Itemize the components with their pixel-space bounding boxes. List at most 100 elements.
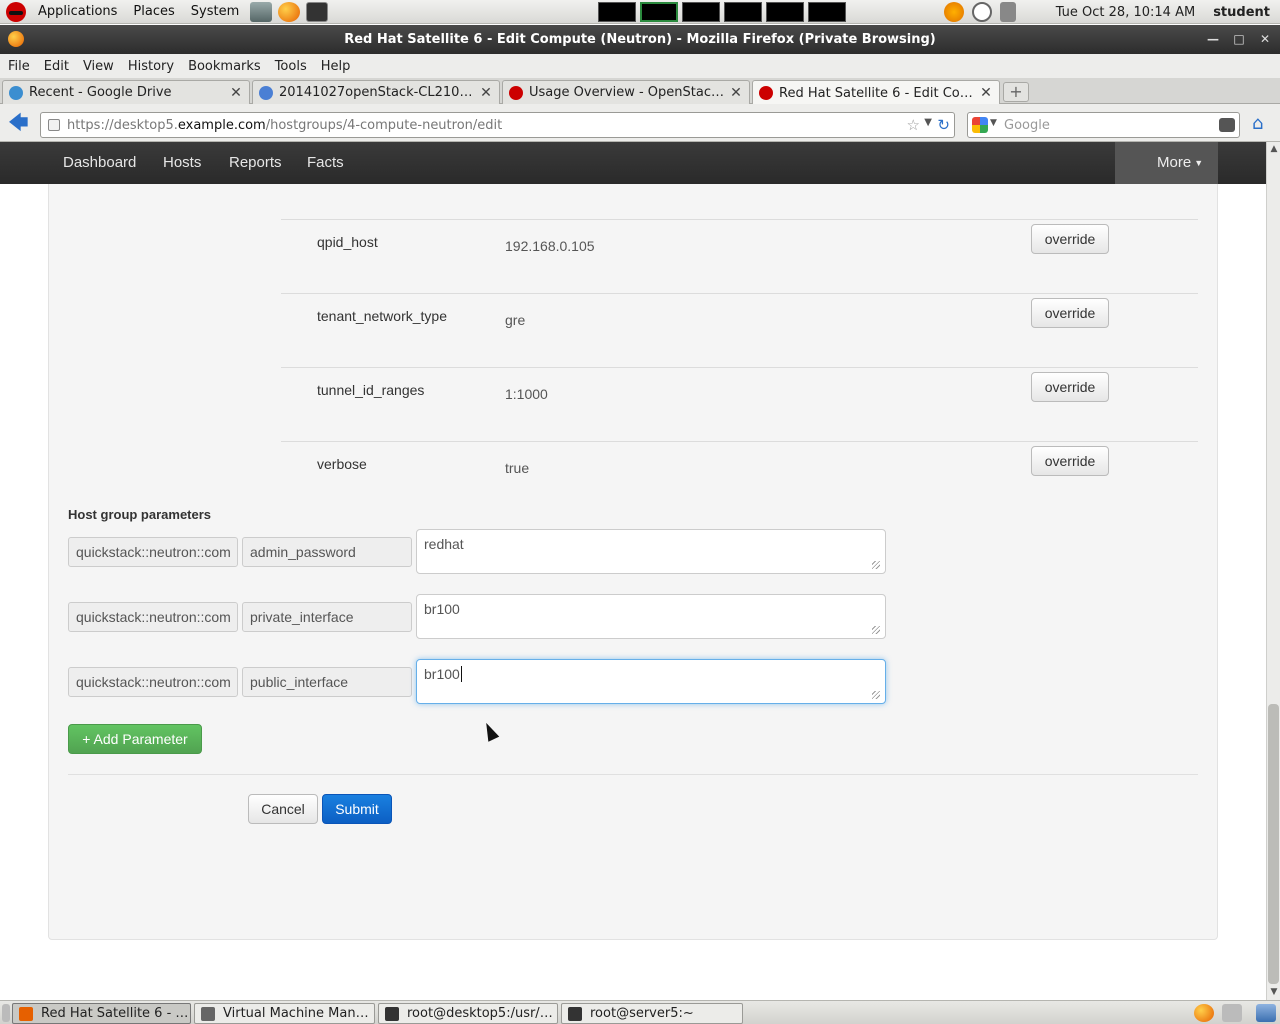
tab-google-drive[interactable]: Recent - Google Drive ✕ (2, 80, 250, 104)
menu-bookmarks[interactable]: Bookmarks (182, 59, 267, 74)
param-name-input[interactable]: public_interface (242, 667, 412, 697)
cancel-button[interactable]: Cancel (248, 794, 318, 824)
close-icon[interactable]: ✕ (479, 85, 493, 101)
nav-more-label: More (1157, 154, 1192, 171)
param-value-textarea[interactable]: br100 (416, 594, 886, 639)
menu-view[interactable]: View (77, 59, 120, 74)
network-monitor-icon[interactable] (971, 2, 992, 22)
param-scope-input[interactable]: quickstack::neutron::com (68, 602, 238, 632)
nav-facts[interactable]: Facts (307, 142, 344, 184)
override-button[interactable]: override (1031, 224, 1109, 254)
binoculars-icon[interactable] (1219, 118, 1235, 132)
tab-label: Usage Overview - OpenStack D… (529, 85, 725, 100)
window-title-bar: Red Hat Satellite 6 - Edit Compute (Neut… (0, 25, 1280, 54)
firefox-tray-icon[interactable] (1194, 1004, 1214, 1022)
new-tab-button[interactable]: + (1003, 82, 1029, 102)
workspace-5[interactable] (766, 2, 804, 22)
close-icon[interactable]: ✕ (979, 85, 993, 101)
taskbar-item-firefox[interactable]: Red Hat Satellite 6 - … (12, 1003, 191, 1024)
text-caret (460, 666, 462, 682)
tab-openstack-doc[interactable]: 20141027openStack-CL210-cou… ✕ (252, 80, 500, 104)
workspace-1[interactable] (598, 2, 636, 22)
menu-help[interactable]: Help (315, 59, 357, 74)
trash-icon[interactable] (1256, 1004, 1276, 1022)
maximize-icon[interactable]: □ (1229, 29, 1249, 49)
terminal-launcher-icon[interactable] (306, 1, 329, 22)
tab-usage-overview[interactable]: Usage Overview - OpenStack D… ✕ (502, 80, 750, 104)
reload-icon[interactable]: ↻ (937, 116, 950, 134)
terminal-icon (385, 1006, 399, 1021)
home-icon[interactable]: ⌂ (1252, 114, 1272, 134)
workspace-2[interactable] (640, 2, 678, 22)
url-bar[interactable]: https://desktop5. example.com/hostgroups/… (40, 112, 955, 138)
override-button[interactable]: override (1031, 298, 1109, 328)
taskbar-item-terminal-desktop5[interactable]: root@desktop5:/usr/s… (378, 1003, 558, 1024)
minimize-icon[interactable]: — (1203, 29, 1223, 49)
search-input[interactable]: ▼ Google (967, 112, 1240, 138)
user-menu[interactable]: student (1213, 5, 1270, 20)
menu-edit[interactable]: Edit (38, 59, 75, 74)
vm-manager-launcher-icon[interactable] (250, 1, 273, 22)
places-menu[interactable]: Places (125, 0, 182, 24)
url-host: example.com (177, 117, 266, 133)
window-title: Red Hat Satellite 6 - Edit Compute (Neut… (344, 32, 936, 47)
param-value-text: redhat (424, 536, 464, 552)
close-window-icon[interactable]: ✕ (1255, 29, 1275, 49)
system-tray: Tue Oct 28, 10:14 AM student (940, 0, 1280, 24)
workspace-4[interactable] (724, 2, 762, 22)
close-icon[interactable]: ✕ (229, 85, 243, 101)
menu-history[interactable]: History (122, 59, 180, 74)
vertical-scrollbar[interactable]: ▲ ▼ (1266, 142, 1280, 1000)
firefox-launcher-icon[interactable] (278, 1, 301, 22)
add-parameter-button[interactable]: + Add Parameter (68, 724, 202, 754)
param-name-input[interactable]: admin_password (242, 537, 412, 567)
host-group-param-row: quickstack::neutron::com private_interfa… (68, 594, 888, 640)
volume-icon[interactable] (999, 2, 1016, 22)
site-identity-icon[interactable] (48, 119, 60, 131)
param-value-textarea[interactable]: br100 (416, 659, 886, 704)
scroll-down-icon[interactable]: ▼ (1267, 985, 1280, 999)
close-icon[interactable]: ✕ (729, 85, 743, 101)
redhat-logo-icon[interactable] (6, 1, 26, 22)
resize-grip-icon[interactable] (872, 691, 880, 699)
update-notifier-icon[interactable] (943, 2, 964, 22)
tray-placeholder-icon[interactable] (1222, 1004, 1242, 1022)
google-icon[interactable] (972, 117, 988, 133)
taskbar-item-vm-manager[interactable]: Virtual Machine Mana… (194, 1003, 375, 1024)
tab-label: Recent - Google Drive (29, 85, 172, 100)
scroll-up-icon[interactable]: ▲ (1267, 142, 1280, 156)
override-button[interactable]: override (1031, 372, 1109, 402)
nav-more-dropdown[interactable]: More ▼ (1115, 142, 1218, 184)
nav-hosts[interactable]: Hosts (163, 142, 201, 184)
submit-button[interactable]: Submit (322, 794, 392, 824)
nav-dashboard[interactable]: Dashboard (63, 142, 136, 184)
workspace-3[interactable] (682, 2, 720, 22)
nav-reports[interactable]: Reports (229, 142, 282, 184)
back-arrow-icon[interactable]: 🡄 (8, 112, 30, 133)
show-desktop-icon[interactable] (2, 1004, 10, 1022)
override-button[interactable]: override (1031, 446, 1109, 476)
param-row-tunnel-id-ranges: tunnel_id_ranges 1:1000 override (281, 368, 1198, 442)
taskbar-label: root@desktop5:/usr/s… (407, 1006, 557, 1021)
param-scope-input[interactable]: quickstack::neutron::com (68, 667, 238, 697)
workspace-6[interactable] (808, 2, 846, 22)
param-scope-input[interactable]: quickstack::neutron::com (68, 537, 238, 567)
param-value-text: br100 (424, 666, 460, 682)
menu-tools[interactable]: Tools (269, 59, 313, 74)
url-dropdown-icon[interactable]: ▼ (924, 117, 932, 128)
satellite-top-nav: Dashboard Hosts Reports Facts More ▼ (0, 142, 1266, 184)
taskbar-item-terminal-server5[interactable]: root@server5:~ (561, 1003, 743, 1024)
applications-menu[interactable]: Applications (30, 0, 125, 24)
resize-grip-icon[interactable] (872, 626, 880, 634)
search-engine-dropdown-icon[interactable]: ▼ (990, 118, 997, 128)
tab-satellite-edit[interactable]: Red Hat Satellite 6 - Edit Comp… ✕ (752, 80, 1000, 105)
bookmark-star-icon[interactable]: ☆ (907, 116, 920, 134)
scroll-thumb[interactable] (1268, 704, 1279, 984)
clock[interactable]: Tue Oct 28, 10:14 AM (1056, 5, 1195, 20)
resize-grip-icon[interactable] (872, 561, 880, 569)
param-value-textarea[interactable]: redhat (416, 529, 886, 574)
param-name-input[interactable]: private_interface (242, 602, 412, 632)
menu-file[interactable]: File (2, 59, 36, 74)
menubar: File Edit View History Bookmarks Tools H… (0, 54, 1280, 78)
system-menu[interactable]: System (183, 0, 247, 24)
